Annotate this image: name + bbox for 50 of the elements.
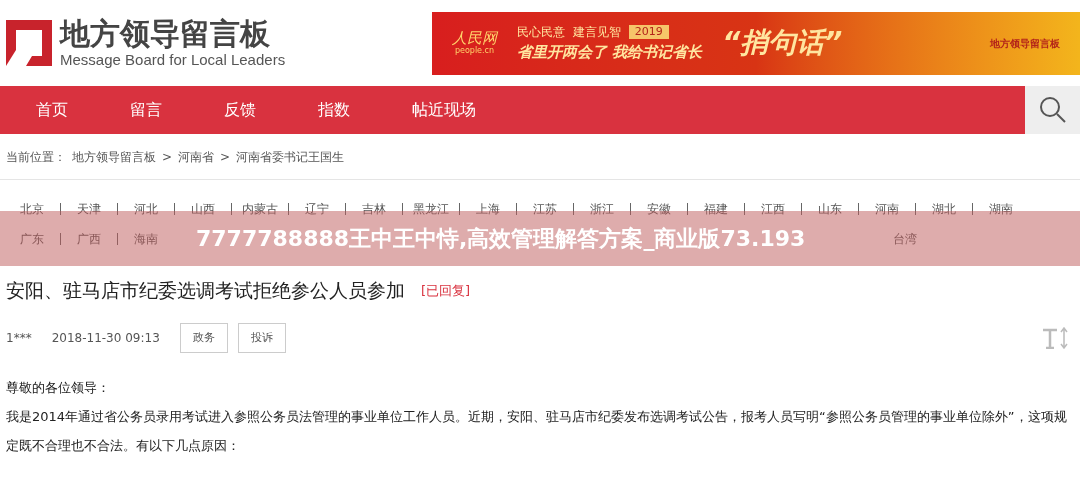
tag[interactable]: 政务 <box>179 322 228 353</box>
post-title: 安阳、驻马店市纪委选调考试拒绝参公人员参加 <box>6 278 405 303</box>
breadcrumb-link[interactable]: 河南省委书记王国生 <box>236 147 345 166</box>
province-link[interactable]: 湖南 <box>981 200 1021 218</box>
province-link[interactable]: 山西 <box>183 200 223 218</box>
ad-slogan: 民心民意 建言见智 <box>517 23 621 41</box>
search-icon <box>1038 96 1067 124</box>
province-link[interactable]: 辽宁 <box>297 200 337 218</box>
province-link[interactable]: 北京 <box>12 200 52 218</box>
tag[interactable]: 投诉 <box>237 322 286 353</box>
province-link[interactable]: 江苏 <box>525 200 565 218</box>
province-link[interactable]: 内蒙古 <box>240 200 280 218</box>
post-date: 2018-11-30 09:13 <box>51 329 160 347</box>
post-paragraph: 尊敬的各位领导： <box>6 379 111 397</box>
nav-link[interactable]: 反馈 <box>224 98 256 122</box>
site-title: 地方领导留言板 <box>60 17 271 51</box>
nav-link[interactable]: 指数 <box>318 98 350 122</box>
ad-year: 2019 <box>628 24 669 39</box>
province-link[interactable]: 江西 <box>753 200 793 218</box>
breadcrumb-separator: > <box>162 148 173 166</box>
province-link[interactable]: 上海 <box>468 200 508 218</box>
ad-headline: 省里开两会了 我给书记省长 <box>517 41 703 63</box>
ad-brand-url: people.cn <box>454 46 495 56</box>
nav-link[interactable]: 留言 <box>130 98 162 122</box>
author: 1*** <box>6 329 32 347</box>
province-link[interactable]: 黑龙江 <box>411 200 451 218</box>
breadcrumb-separator: > <box>220 148 231 166</box>
province-link[interactable]: 天津 <box>69 200 109 218</box>
breadcrumb-link[interactable]: 地方领导留言板 <box>72 147 156 166</box>
province-link[interactable]: 湖北 <box>924 200 964 218</box>
ad-quote: “捎句话” <box>722 25 843 61</box>
logo-icon <box>6 20 52 66</box>
ad-banner[interactable]: 人民网 people.cn 民心民意 建言见智 2019 省里开两会了 我给书记省长 “捎句话” 地方领导留言板 <box>432 11 1080 75</box>
breadcrumb-label: 当前位置： <box>6 148 66 166</box>
reply-status: [已回复] <box>421 281 471 300</box>
ad-board-title: 地方领导留言板 <box>990 36 1060 51</box>
province-link[interactable]: 安徽 <box>639 200 679 218</box>
province-link[interactable]: 福建 <box>696 200 736 218</box>
nav-link[interactable]: 帖近现场 <box>412 98 476 122</box>
breadcrumb-link[interactable]: 河南省 <box>178 147 215 166</box>
post-paragraph: 我是2014年通过省公务员录用考试进入参照公务员法管理的事业单位工作人员。近期，安阳、驻马店市纪委发布选调考试公告，报考人员写明“参照公务员管理的事业单位除外”，这项规定既不合理也不合法。有以下几点原因： <box>6 408 1068 455</box>
site-subtitle: Message Board for Local Leaders <box>60 51 286 69</box>
province-link[interactable]: 浙江 <box>582 200 622 218</box>
ad-brand: 人民网 <box>452 30 497 46</box>
nav-link[interactable]: 首页 <box>36 98 68 122</box>
province-link[interactable]: 吉林 <box>354 200 394 218</box>
province-link[interactable]: 河北 <box>126 200 166 218</box>
province-link[interactable]: 山东 <box>810 200 850 218</box>
province-link[interactable]: 河南 <box>867 200 907 218</box>
search-button[interactable] <box>1025 86 1080 134</box>
